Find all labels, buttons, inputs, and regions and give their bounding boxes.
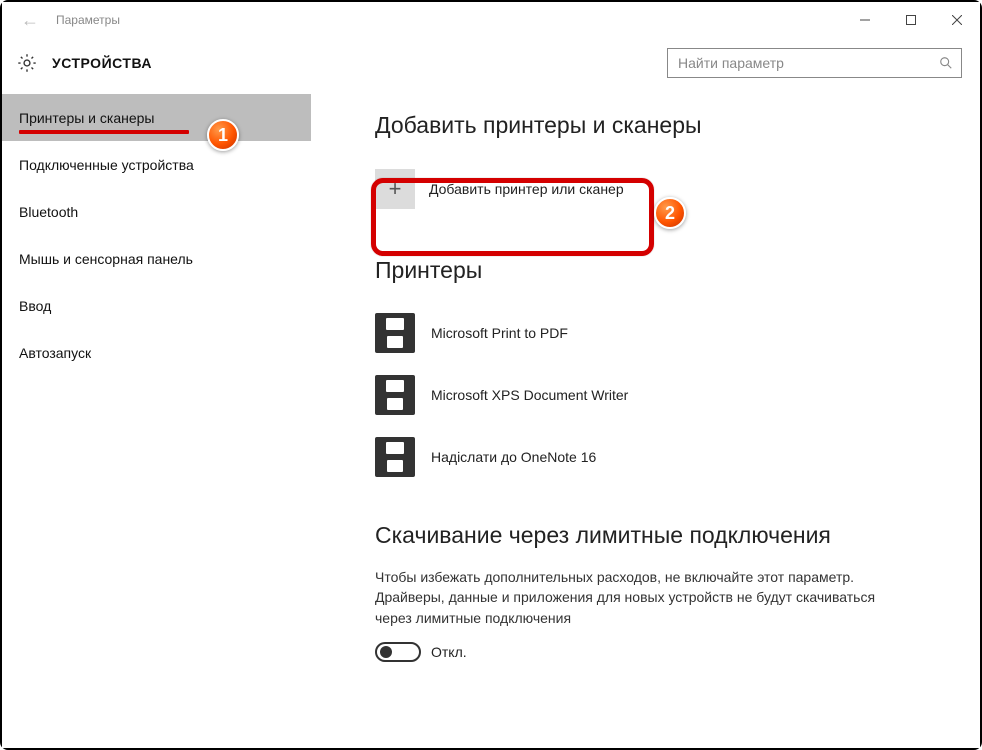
sidebar-item-printers-scanners[interactable]: Принтеры и сканеры	[2, 94, 311, 141]
close-button[interactable]	[934, 2, 980, 38]
window-controls	[842, 2, 980, 38]
metered-toggle-label: Откл.	[431, 644, 467, 660]
sidebar-item-label: Bluetooth	[19, 204, 78, 220]
printer-icon	[375, 437, 415, 477]
metered-description: Чтобы избежать дополнительных расходов, …	[375, 567, 915, 628]
search-input[interactable]: Найти параметр	[667, 48, 962, 78]
printer-item[interactable]: Microsoft XPS Document Writer	[375, 364, 956, 426]
back-arrow-icon: ←	[21, 10, 39, 31]
search-placeholder: Найти параметр	[678, 55, 939, 71]
back-button[interactable]: ←	[10, 2, 50, 38]
printer-item[interactable]: Надіслати до OneNote 16	[375, 426, 956, 488]
printers-heading: Принтеры	[375, 257, 956, 284]
close-icon	[952, 15, 962, 25]
maximize-button[interactable]	[888, 2, 934, 38]
add-printers-heading: Добавить принтеры и сканеры	[375, 112, 956, 139]
sidebar-item-label: Мышь и сенсорная панель	[19, 251, 193, 267]
page-title: УСТРОЙСТВА	[52, 55, 667, 71]
search-icon	[939, 56, 953, 70]
sidebar-item-label: Принтеры и сканеры	[19, 110, 154, 126]
printers-section: Принтеры Microsoft Print to PDF Microsof…	[375, 257, 956, 488]
printer-icon	[375, 375, 415, 415]
sidebar-item-label: Ввод	[19, 298, 51, 314]
gear-icon	[16, 52, 38, 74]
annotation-ring-add-printer	[371, 178, 654, 256]
sidebar-item-autoplay[interactable]: Автозапуск	[2, 329, 311, 376]
metered-heading: Скачивание через лимитные подключения	[375, 522, 956, 549]
sidebar-item-connected-devices[interactable]: Подключенные устройства	[2, 141, 311, 188]
toggle-knob-icon	[380, 646, 392, 658]
metered-section: Скачивание через лимитные подключения Чт…	[375, 522, 956, 662]
metered-toggle[interactable]	[375, 642, 421, 662]
printer-item[interactable]: Microsoft Print to PDF	[375, 302, 956, 364]
window-title: Параметры	[56, 13, 120, 27]
sidebar-item-label: Автозапуск	[19, 345, 91, 361]
sidebar-item-label: Подключенные устройства	[19, 157, 194, 173]
printer-label: Microsoft XPS Document Writer	[431, 387, 628, 403]
header: УСТРОЙСТВА Найти параметр	[2, 38, 980, 92]
sidebar-item-mouse-touchpad[interactable]: Мышь и сенсорная панель	[2, 235, 311, 282]
metered-toggle-row: Откл.	[375, 642, 956, 662]
annotation-underline	[19, 130, 189, 134]
sidebar-item-bluetooth[interactable]: Bluetooth	[2, 188, 311, 235]
settings-window: ← Параметры УСТРОЙСТВА Найти параметр	[2, 2, 980, 748]
sidebar-item-typing[interactable]: Ввод	[2, 282, 311, 329]
printer-label: Надіслати до OneNote 16	[431, 449, 596, 465]
printer-icon	[375, 313, 415, 353]
titlebar: ← Параметры	[2, 2, 980, 38]
sidebar: Принтеры и сканеры Подключенные устройст…	[2, 92, 311, 748]
minimize-button[interactable]	[842, 2, 888, 38]
minimize-icon	[860, 15, 870, 25]
printer-label: Microsoft Print to PDF	[431, 325, 568, 341]
annotation-badge-2: 2	[654, 197, 686, 229]
annotation-badge-1: 1	[207, 119, 239, 151]
maximize-icon	[906, 15, 916, 25]
